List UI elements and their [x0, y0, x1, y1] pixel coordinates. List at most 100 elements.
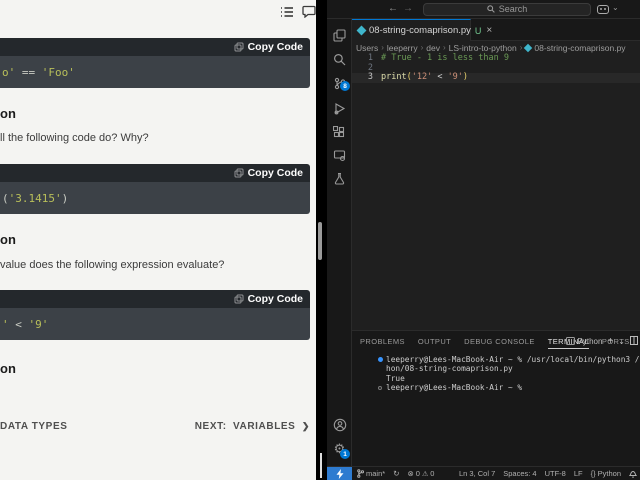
question-text: ll the following code do? Why? — [0, 132, 149, 144]
account-icon[interactable] — [327, 414, 352, 436]
line-number: 3 — [352, 73, 373, 83]
bottom-panel: PROBLEMS OUTPUT DEBUG CONSOLE TERMINAL P… — [352, 330, 640, 466]
new-terminal-button[interactable]: + — [607, 336, 613, 347]
editor[interactable]: 1 # True - 1 is less than 9 2 3 print('1… — [352, 54, 640, 330]
tab-strip: 08-string-comaprison.py U × — [352, 19, 640, 41]
code-block-body: ' < '9' — [0, 308, 310, 340]
explorer-icon[interactable] — [327, 24, 352, 46]
code-token: '9' — [29, 318, 49, 331]
extensions-icon[interactable] — [327, 121, 352, 143]
warning-icon: ⚠ — [422, 470, 428, 478]
tab-08-string-comaprison[interactable]: 08-string-comaprison.py U × — [352, 19, 471, 41]
indentation[interactable]: Spaces: 4 — [503, 469, 536, 478]
prompt-circle — [378, 386, 382, 390]
chevron-right-icon: ❯ — [302, 421, 310, 431]
source-control-icon[interactable]: 8 — [327, 72, 352, 94]
section-heading-fragment: on — [0, 106, 16, 121]
problems-indicator[interactable]: ⊗ 0 ⚠ 0 — [407, 469, 434, 478]
prev-link[interactable]: DATA TYPES — [0, 421, 67, 432]
terminal-line: leeperry@Lees-MacBook-Air ~ % /usr/local… — [386, 355, 640, 364]
python-file-icon — [524, 43, 532, 51]
breadcrumb-item[interactable]: LS-intro-to-python — [449, 43, 517, 53]
code-token: 'Foo' — [42, 66, 75, 79]
command-success-dot — [378, 357, 383, 362]
code-token: == — [15, 66, 42, 79]
code-token: ' — [2, 318, 15, 331]
branch-name: main* — [366, 469, 385, 478]
tab-debug-console[interactable]: DEBUG CONSOLE — [464, 337, 535, 346]
command-center-search[interactable]: Search — [423, 3, 591, 16]
terminal-dropdown-icon[interactable]: ⌄ — [618, 337, 625, 346]
git-status-untracked: U — [475, 26, 482, 36]
nav-forward-icon[interactable]: → — [403, 3, 413, 14]
copy-code-button[interactable]: Copy Code — [234, 167, 303, 179]
code-block-body: ('3.1415') — [0, 182, 310, 214]
sync-indicator[interactable]: ↻ — [393, 469, 399, 478]
git-branch-indicator[interactable]: main* — [357, 469, 385, 478]
list-icon[interactable] — [280, 5, 294, 23]
testing-icon[interactable] — [327, 167, 352, 189]
vscode-window: ← → Search ⌄ — [327, 0, 640, 480]
search-icon — [487, 5, 495, 13]
copy-code-button[interactable]: Copy Code — [234, 293, 303, 305]
code-token: print — [381, 72, 407, 82]
breadcrumb-item[interactable]: Users — [356, 43, 378, 53]
copilot-icon[interactable] — [597, 5, 609, 14]
code-token: < — [432, 72, 447, 82]
nav-back-icon[interactable]: ← — [388, 3, 398, 14]
language-mode[interactable]: {} Python — [591, 469, 621, 478]
vscode-titlebar: ← → Search ⌄ — [327, 0, 640, 19]
cursor-position[interactable]: Ln 3, Col 7 — [459, 469, 495, 478]
run-debug-icon[interactable] — [327, 97, 352, 119]
chevron-down-icon[interactable]: ⌄ — [612, 3, 619, 12]
code-token: ( — [2, 192, 9, 205]
breadcrumb-item[interactable]: dev — [426, 43, 440, 53]
terminal-line: hon/08-string-comaprison.py — [386, 364, 513, 373]
language-label: Python — [598, 469, 621, 478]
tab-output[interactable]: OUTPUT — [418, 337, 451, 346]
close-icon[interactable]: × — [486, 25, 492, 36]
scrollbar-fragment — [320, 453, 322, 478]
breadcrumb-file[interactable]: 08-string-comaprison.py — [534, 43, 625, 53]
terminal-shell-chip[interactable]: › Python — [566, 337, 603, 346]
remote-indicator[interactable] — [327, 467, 352, 480]
terminal-line: True — [386, 374, 405, 383]
code-snippet: ('3.1415') — [0, 192, 68, 205]
code-snippet: o' == 'Foo' — [0, 66, 75, 79]
section-heading-fragment: on — [0, 232, 16, 247]
code-block-header: Copy Code — [0, 290, 310, 308]
terminal-icon: › — [566, 337, 575, 345]
tab-filename: 08-string-comaprison.py — [369, 25, 471, 36]
search-placeholder: Search — [499, 4, 528, 14]
tab-problems[interactable]: PROBLEMS — [360, 337, 405, 346]
eol[interactable]: LF — [574, 469, 583, 478]
error-count: 0 — [416, 469, 420, 478]
encoding[interactable]: UTF-8 — [545, 469, 566, 478]
copy-code-label: Copy Code — [248, 293, 303, 305]
editor-line-3: 3 print('12' < '9') — [352, 73, 640, 83]
notifications-bell-icon[interactable] — [629, 469, 637, 478]
status-bar: main* ↻ ⊗ 0 ⚠ 0 Ln 3, Col 7 Spaces: 4 UT… — [327, 466, 640, 480]
question-text: value does the following expression eval… — [0, 259, 224, 271]
split-view-divider[interactable] — [316, 0, 327, 480]
code-token: o' — [2, 66, 15, 79]
split-terminal-icon[interactable] — [630, 332, 638, 350]
search-icon[interactable] — [327, 48, 352, 70]
code-token: ) — [62, 192, 69, 205]
breadcrumb-separator: › — [421, 43, 424, 52]
editor-line-1: 1 # True - 1 is less than 9 — [352, 54, 640, 64]
copy-code-button[interactable]: Copy Code — [234, 41, 303, 53]
breadcrumb-item[interactable]: leeperry — [387, 43, 418, 53]
settings-gear-icon[interactable]: ⚙ 1 — [327, 438, 352, 460]
divider-handle[interactable] — [318, 222, 322, 260]
section-heading-fragment: on — [0, 361, 16, 376]
remote-explorer-icon[interactable] — [327, 144, 352, 166]
terminal-output[interactable]: leeperry@Lees-MacBook-Air ~ % /usr/local… — [352, 353, 640, 467]
code-block-header: Copy Code — [0, 164, 310, 182]
next-link[interactable]: NEXT: VARIABLES ❯ — [195, 421, 310, 432]
status-right: Ln 3, Col 7 Spaces: 4 UTF-8 LF {} Python — [459, 469, 640, 478]
warning-count: 0 — [430, 469, 434, 478]
copy-code-label: Copy Code — [248, 167, 303, 179]
breadcrumb-separator: › — [443, 43, 446, 52]
chat-icon[interactable] — [302, 4, 316, 23]
